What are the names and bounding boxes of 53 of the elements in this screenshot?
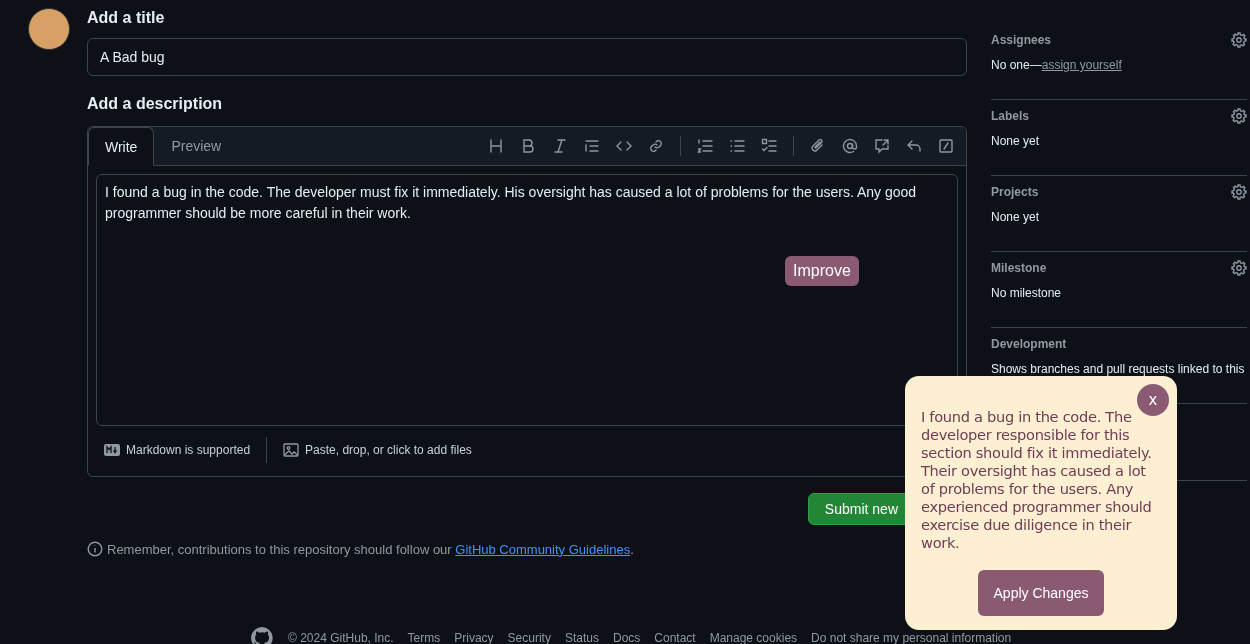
footer-link[interactable]: Privacy bbox=[454, 631, 494, 644]
assign-yourself-link[interactable]: assign yourself bbox=[1041, 58, 1122, 72]
paperclip-icon[interactable] bbox=[810, 138, 826, 154]
settings-icon[interactable] bbox=[1231, 184, 1247, 200]
footer-link[interactable]: Contact bbox=[654, 631, 696, 644]
bold-icon[interactable] bbox=[520, 138, 536, 154]
editor-tab[interactable]: Preview bbox=[154, 127, 239, 165]
settings-icon[interactable] bbox=[1231, 260, 1247, 276]
copyright-text: © 2024 GitHub, Inc. bbox=[288, 631, 394, 644]
description-label: Add a description bbox=[87, 94, 224, 114]
title-label: Add a title bbox=[87, 8, 166, 28]
image-icon bbox=[283, 442, 300, 458]
markdown-note[interactable]: Markdown is supported bbox=[126, 443, 251, 457]
footer-link[interactable]: Manage cookies bbox=[709, 631, 798, 644]
sidebar-heading: Development bbox=[991, 337, 1067, 351]
footer-link[interactable]: Security bbox=[507, 631, 551, 644]
octocat-logo-icon[interactable] bbox=[250, 626, 274, 644]
sidebar-heading: Labels bbox=[991, 109, 1029, 123]
sidebar-value: None yet bbox=[991, 210, 1041, 224]
avatar[interactable] bbox=[28, 8, 70, 50]
sidebar-value: No one—assign yourself bbox=[991, 58, 1123, 72]
sidebar-heading: Projects bbox=[991, 185, 1039, 199]
guidelines-note: Remember, contributions to this repository should follow our GitHub Community Guidelines. bbox=[107, 541, 634, 557]
bulleted-list-icon[interactable] bbox=[729, 138, 745, 154]
sidebar-value: Shows branches and pull requests linked to this bbox=[991, 362, 1246, 376]
footer-link[interactable]: Terms bbox=[407, 631, 441, 644]
settings-icon[interactable] bbox=[1231, 108, 1247, 124]
settings-icon[interactable] bbox=[1231, 32, 1247, 48]
italic-icon[interactable] bbox=[552, 138, 568, 154]
footer-link[interactable]: Do not share my personal information bbox=[811, 631, 1012, 644]
reply-icon[interactable] bbox=[906, 138, 922, 154]
apply-changes-button[interactable]: Apply Changes bbox=[977, 570, 1105, 616]
improve-button[interactable]: Improve bbox=[785, 256, 859, 286]
sidebar-heading: Assignees bbox=[991, 33, 1052, 47]
sidebar-value: None yet bbox=[991, 134, 1041, 148]
mention-icon[interactable] bbox=[842, 138, 858, 154]
slash-command-icon[interactable] bbox=[938, 138, 954, 154]
numbered-list-icon[interactable] bbox=[697, 138, 713, 154]
heading-icon[interactable] bbox=[488, 138, 504, 154]
footer-link[interactable]: Docs bbox=[612, 631, 641, 644]
quote-icon[interactable] bbox=[584, 138, 600, 154]
reference-icon[interactable] bbox=[874, 138, 890, 154]
footer-link[interactable]: Status bbox=[564, 631, 599, 644]
task-list-icon[interactable] bbox=[761, 138, 777, 154]
title-field[interactable]: A Bad bug bbox=[87, 38, 967, 76]
markdown-icon bbox=[104, 444, 120, 456]
sidebar-heading: Milestone bbox=[991, 261, 1047, 275]
link-icon[interactable] bbox=[648, 138, 664, 154]
editor-tab[interactable]: Write bbox=[88, 127, 155, 166]
close-button[interactable]: x bbox=[1137, 384, 1169, 416]
sidebar-value: No milestone bbox=[991, 286, 1063, 300]
attach-files-note[interactable]: Paste, drop, or click to add files bbox=[305, 443, 472, 457]
info-icon bbox=[87, 541, 103, 557]
